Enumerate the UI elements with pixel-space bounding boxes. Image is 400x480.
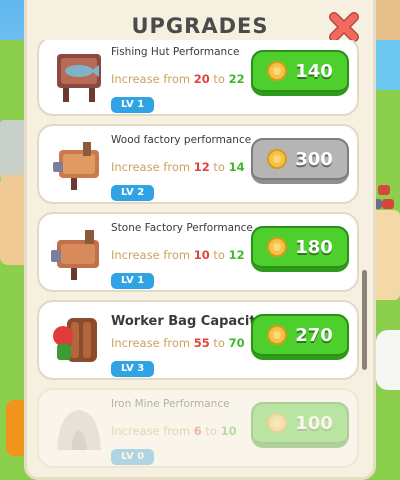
to-value: 12 [228, 248, 245, 262]
upgrade-name: Stone Factory Performance [111, 222, 253, 234]
price-label: 270 [295, 324, 333, 346]
level-badge: LV 0 [111, 449, 155, 465]
level-badge: LV 1 [111, 97, 155, 113]
upgrade-list[interactable]: Fishing Hut Performance Increase from 20… [37, 40, 363, 477]
upgrade-increase: Increase from 55 to 70 [111, 336, 245, 350]
upgrade-increase: Increase from 12 to 14 [111, 160, 245, 174]
level-badge: LV 2 [111, 185, 155, 201]
to-value: 10 [220, 424, 237, 438]
upgrade-card-iron-mine: Iron Mine Performance Increase from 6 to… [37, 388, 359, 468]
upgrade-increase: Increase from 20 to 22 [111, 72, 245, 86]
to-value: 70 [228, 336, 245, 350]
fishing-hut-icon [49, 48, 109, 108]
from-value: 12 [193, 160, 210, 174]
level-badge: LV 1 [111, 273, 155, 289]
buy-upgrade-button[interactable]: 270 [251, 314, 349, 360]
coin-icon [267, 149, 288, 169]
buy-upgrade-button[interactable]: 100 [251, 402, 349, 448]
coin-icon [267, 413, 288, 433]
stone-factory-icon [49, 224, 109, 284]
wood-factory-icon [49, 136, 109, 196]
upgrades-panel: UPGRADES Fishing Hut Performance Increas… [24, 0, 376, 480]
upgrade-increase: Increase from 10 to 12 [111, 248, 245, 262]
price-label: 100 [295, 412, 333, 434]
coin-icon [267, 61, 288, 81]
buy-upgrade-button[interactable]: 300 [251, 138, 349, 184]
level-badge: LV 3 [111, 361, 155, 377]
to-value: 14 [228, 160, 245, 174]
worker-bag-icon [49, 312, 109, 372]
coin-icon [267, 325, 288, 345]
upgrade-name: Wood factory performance [111, 134, 252, 146]
buy-upgrade-button[interactable]: 180 [251, 226, 349, 272]
upgrade-card-stone-factory: Stone Factory Performance Increase from … [37, 212, 359, 292]
price-label: 300 [295, 148, 333, 170]
price-label: 180 [295, 236, 333, 258]
upgrade-card-fishing-hut: Fishing Hut Performance Increase from 20… [37, 40, 359, 116]
price-label: 140 [295, 60, 333, 82]
panel-title: UPGRADES [131, 14, 269, 38]
close-icon[interactable] [327, 10, 361, 44]
from-value: 20 [193, 72, 210, 86]
coin-icon [267, 237, 288, 257]
list-scrollbar[interactable] [362, 270, 367, 370]
upgrade-name: Worker Bag Capacity [111, 314, 265, 329]
buy-upgrade-button[interactable]: 140 [251, 50, 349, 96]
from-value: 10 [193, 248, 210, 262]
upgrade-name: Fishing Hut Performance [111, 46, 240, 58]
upgrade-card-worker-bag: Worker Bag Capacity Increase from 55 to … [37, 300, 359, 380]
iron-mine-icon [49, 400, 109, 460]
to-value: 22 [228, 72, 245, 86]
from-value: 55 [193, 336, 210, 350]
upgrade-name: Iron Mine Performance [111, 398, 230, 410]
upgrade-increase: Increase from 6 to 10 [111, 424, 237, 438]
upgrade-card-wood-factory: Wood factory performance Increase from 1… [37, 124, 359, 204]
from-value: 6 [193, 424, 202, 438]
